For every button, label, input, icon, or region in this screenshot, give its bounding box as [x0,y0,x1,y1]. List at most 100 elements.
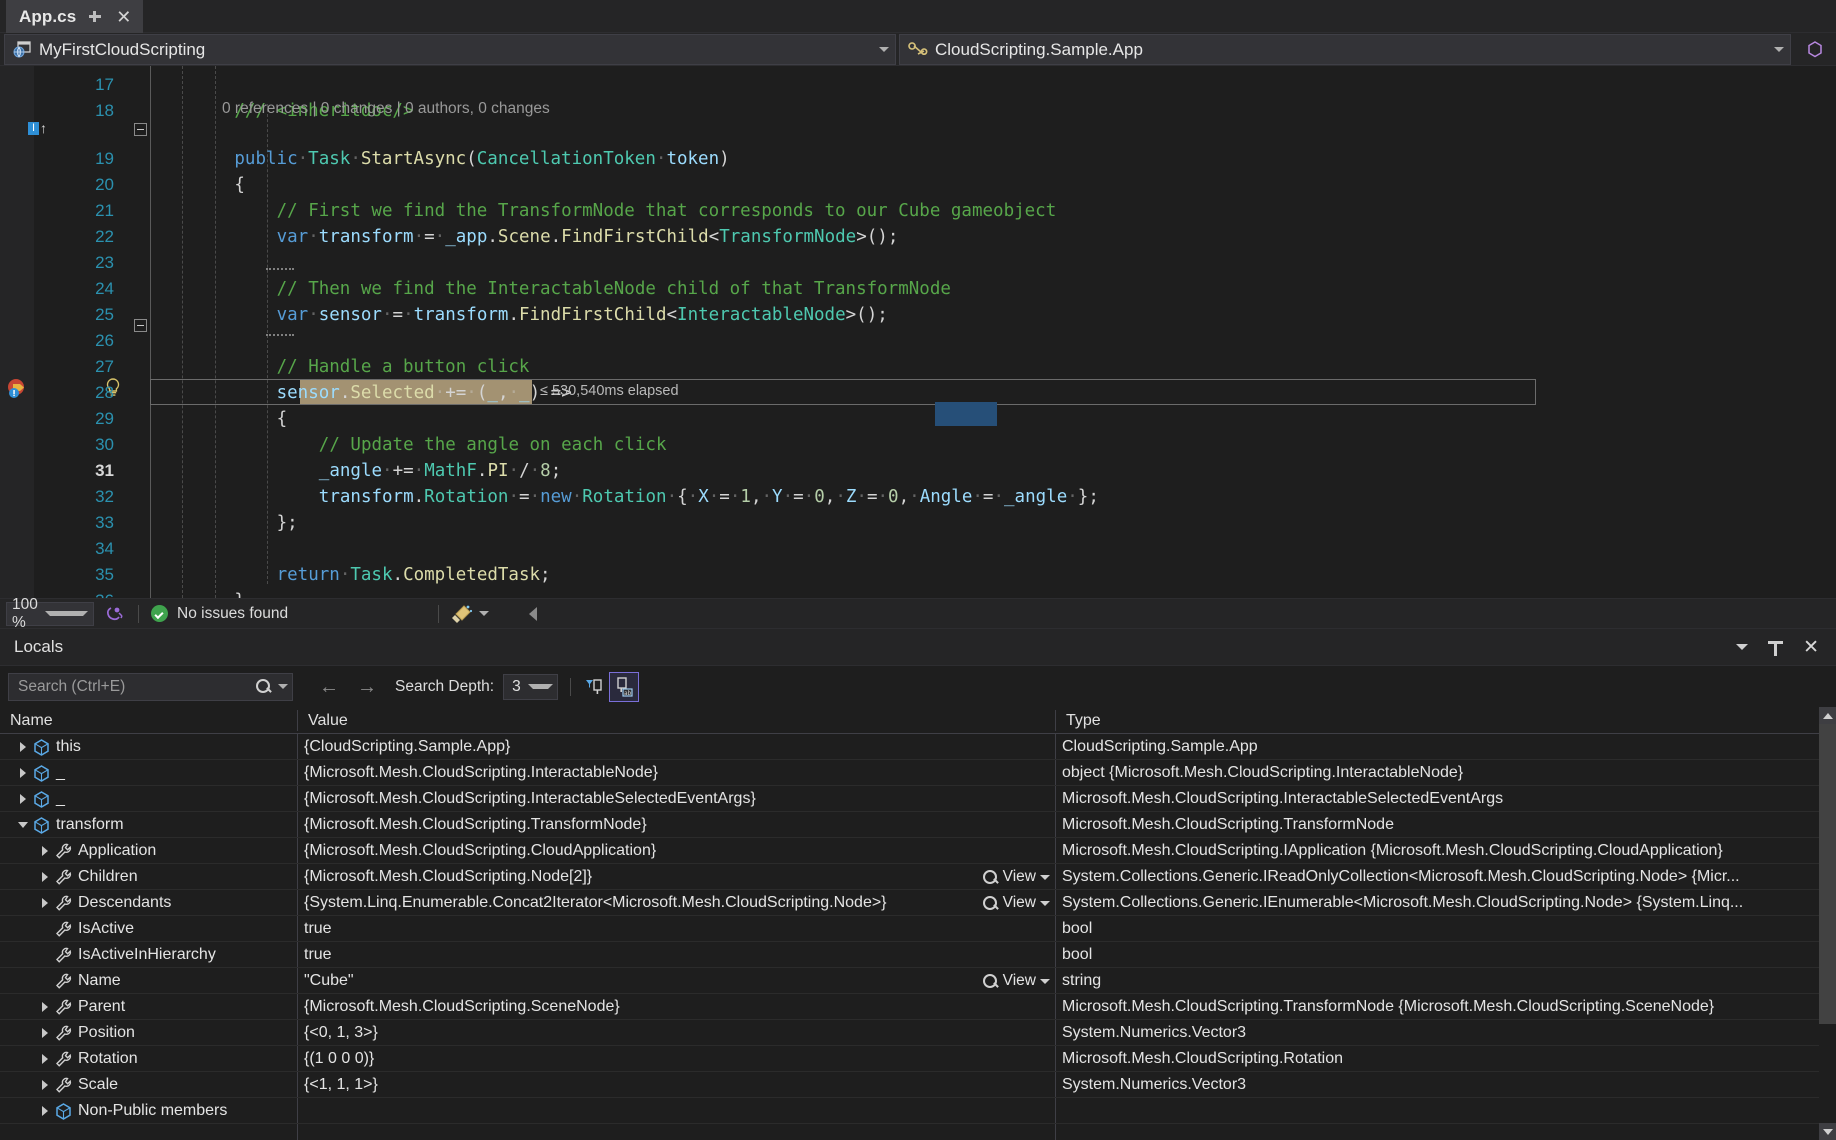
chevron-down-icon[interactable] [1736,644,1748,650]
table-row[interactable]: Name"Cube"Viewstring [0,968,1820,994]
locals-value-cell[interactable]: {Microsoft.Mesh.CloudScripting.Transform… [298,812,1056,838]
search-input[interactable]: Search (Ctrl+E) [8,673,293,701]
locals-name-cell[interactable]: _ [0,786,297,812]
code-line[interactable]: 33}; [0,510,1836,536]
locals-name-cell[interactable]: Parent [0,994,297,1020]
chevron-down-icon[interactable] [14,812,32,838]
locals-value-cell[interactable] [298,1098,1056,1124]
code-line[interactable]: 21// First we find the TransformNode tha… [0,198,1836,224]
locals-value-cell[interactable]: true [298,916,1056,942]
code-line[interactable]: 31_angle·+=·MathF.PI·/·8; [0,458,1836,484]
locals-name-cell[interactable]: Non-Public members [0,1098,297,1124]
magnifier-icon[interactable] [255,678,272,695]
scroll-down-button[interactable] [1819,1123,1836,1140]
chevron-down-icon[interactable] [1040,979,1050,984]
scroll-up-button[interactable] [1819,707,1836,724]
chevron-down-icon[interactable] [278,684,288,689]
code-line[interactable]: 20{ [0,172,1836,198]
table-row[interactable]: IsActiveInHierarchytruebool [0,942,1820,968]
chevron-down-icon[interactable] [528,684,554,689]
chevron-right-icon[interactable] [14,760,32,786]
locals-name-cell[interactable]: Position [0,1020,297,1046]
column-header-value[interactable]: Value [298,707,1056,734]
member-dropdown[interactable]: Sta [1794,34,1834,65]
locals-name-cell[interactable]: Name [0,968,297,994]
locals-name-cell[interactable]: IsActiveInHierarchy [0,942,297,968]
locals-value-cell[interactable]: true [298,942,1056,968]
chevron-right-icon[interactable] [36,1020,54,1046]
code-line[interactable]: 35return·Task.CompletedTask; [0,562,1836,588]
editor-scrollbar[interactable] [1819,66,1836,598]
pin-icon[interactable] [87,9,103,25]
locals-name-cell[interactable]: Children [0,864,297,890]
locals-vertical-scrollbar[interactable] [1819,707,1836,1140]
locals-name-cell[interactable]: this [0,734,297,760]
intellicode-icon[interactable] [104,603,126,625]
chevron-down-icon[interactable] [1774,47,1784,52]
close-icon[interactable]: ✕ [1803,638,1819,657]
hex-display-icon[interactable]: ab [609,672,639,702]
code-line[interactable]: 34 [0,536,1836,562]
view-magnifier-button[interactable]: View [982,968,1050,994]
code-line[interactable]: 19public·Task·StartAsync(CancellationTok… [0,146,1836,172]
locals-value-cell[interactable]: {Microsoft.Mesh.CloudScripting.CloudAppl… [298,838,1056,864]
zoom-level-dropdown[interactable]: 100 % [6,602,94,626]
locals-value-cell[interactable]: {Microsoft.Mesh.CloudScripting.Interacta… [298,760,1056,786]
filter-pin-icon[interactable] [579,672,609,702]
code-line[interactable]: 17 [0,72,1836,98]
chevron-right-icon[interactable] [36,890,54,916]
chevron-right-icon[interactable] [36,1046,54,1072]
locals-name-cell[interactable]: Descendants [0,890,297,916]
chevron-down-icon[interactable] [1040,901,1050,906]
locals-name-cell[interactable]: Rotation [0,1046,297,1072]
chevron-right-icon[interactable] [36,838,54,864]
chevron-right-icon[interactable] [14,734,32,760]
code-cleanup-icon[interactable] [451,603,489,625]
table-row[interactable]: Rotation{(1 0 0 0)}Microsoft.Mesh.CloudS… [0,1046,1820,1072]
locals-name-cell[interactable]: Scale [0,1072,297,1098]
tab-app-cs[interactable]: App.cs ✕ [6,0,143,33]
code-line[interactable]: 29{ [0,406,1836,432]
table-row[interactable]: _{Microsoft.Mesh.CloudScripting.Interact… [0,760,1820,786]
collapse-left-icon[interactable] [529,607,537,621]
locals-name-cell[interactable]: _ [0,760,297,786]
table-row[interactable]: _{Microsoft.Mesh.CloudScripting.Interact… [0,786,1820,812]
code-line[interactable]: 30// Update the angle on each click [0,432,1836,458]
locals-value-cell[interactable]: {CloudScripting.Sample.App} [298,734,1056,760]
view-magnifier-button[interactable]: View [982,890,1050,916]
code-editor[interactable]: I↑ 1718/// <inheritdoc/>19public·Task·St… [0,66,1836,598]
pin-icon[interactable] [1768,639,1783,656]
chevron-right-icon[interactable] [14,786,32,812]
locals-value-cell[interactable]: {Microsoft.Mesh.CloudScripting.SceneNode… [298,994,1056,1020]
chevron-right-icon[interactable] [36,1072,54,1098]
locals-name-cell[interactable]: Application [0,838,297,864]
chevron-down-icon[interactable] [479,611,489,616]
table-row[interactable]: Descendants{System.Linq.Enumerable.Conca… [0,890,1820,916]
table-row[interactable]: transform{Microsoft.Mesh.CloudScripting.… [0,812,1820,838]
code-line[interactable]: 24// Then we find the InteractableNode c… [0,276,1836,302]
code-line[interactable]: 36} [0,588,1836,598]
code-line[interactable]: 23 [0,250,1836,276]
column-header-type[interactable]: Type [1056,707,1820,734]
locals-value-cell[interactable]: {<1, 1, 1>} [298,1072,1056,1098]
table-row[interactable]: Children{Microsoft.Mesh.CloudScripting.N… [0,864,1820,890]
locals-value-cell[interactable]: "Cube"View [298,968,1056,994]
locals-value-cell[interactable]: {(1 0 0 0)} [298,1046,1056,1072]
table-row[interactable]: Parent{Microsoft.Mesh.CloudScripting.Sce… [0,994,1820,1020]
code-line[interactable]: 28sensor.Selected·+=·(_,·_)·=> [0,380,1836,406]
type-dropdown[interactable]: CloudScripting.Sample.App [899,34,1791,65]
arrow-right-icon[interactable]: → [357,677,377,697]
locals-name-cell[interactable]: IsActive [0,916,297,942]
column-header-name[interactable]: Name [0,707,297,734]
code-line[interactable]: 32transform.Rotation·=·new·Rotation·{·X·… [0,484,1836,510]
code-line[interactable]: 22var·transform·=·_app.Scene.FindFirstCh… [0,224,1836,250]
code-line[interactable]: 25var·sensor·=·transform.FindFirstChild<… [0,302,1836,328]
close-icon[interactable]: ✕ [114,8,133,26]
codelens-info[interactable]: 0 references | 0 changes | 0 authors, 0 … [222,98,550,120]
chevron-down-icon[interactable] [1040,875,1050,880]
scrollbar-thumb[interactable] [1819,724,1836,1024]
locals-value-cell[interactable]: {<0, 1, 3>} [298,1020,1056,1046]
chevron-right-icon[interactable] [36,1098,54,1124]
code-line[interactable]: 26 [0,328,1836,354]
chevron-down-icon[interactable] [45,611,88,616]
